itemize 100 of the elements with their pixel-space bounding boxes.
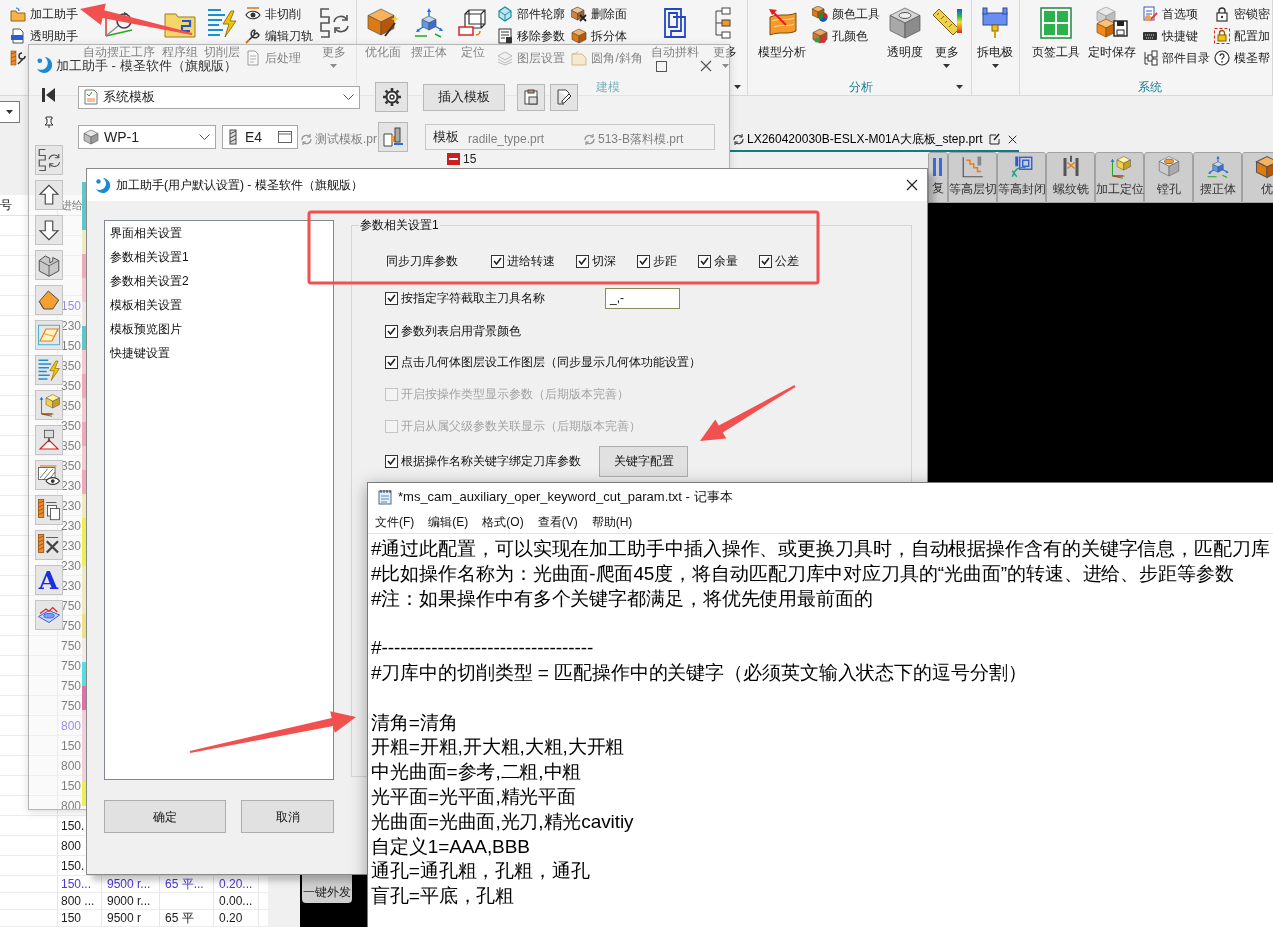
checkbox[interactable] [698, 254, 711, 268]
ribbon-button[interactable]: 定位 [455, 0, 492, 58]
group-launcher[interactable] [734, 85, 741, 90]
ribbon-button[interactable]: 透明度 [884, 0, 925, 58]
ribbon-button[interactable]: 定时保存 [1086, 0, 1138, 58]
ribbon-button[interactable]: 编辑刀轨 [245, 26, 314, 46]
tool-button[interactable]: A [34, 565, 63, 595]
tab[interactable]: 测试模板.pr [300, 128, 377, 152]
tool-button[interactable] [34, 285, 63, 315]
ribbon-button[interactable]: 优化面 [363, 0, 403, 58]
nav-item[interactable]: 快捷键设置 [105, 341, 333, 365]
ribbon-button[interactable]: 颜色工具 [812, 4, 881, 24]
ribbon-button[interactable]: 孔颜色 [812, 26, 869, 46]
checkbox[interactable] [576, 254, 589, 268]
ribbon-button[interactable]: 加工助手 [10, 4, 78, 24]
tool-button[interactable] [34, 390, 63, 420]
toolbar-button[interactable]: 镗孔 [1144, 152, 1193, 203]
toolbar-button[interactable]: 螺纹铣 [1046, 152, 1095, 203]
ribbon-button[interactable]: 配置加 [1214, 26, 1270, 46]
insert-template-button[interactable]: 插入模板 [423, 83, 505, 111]
ribbon-button[interactable]: 部件轮廓 [497, 4, 566, 24]
ribbon-button[interactable]: 自动拼料 [648, 0, 701, 58]
ribbon-button[interactable]: 透明助手 [10, 26, 78, 46]
ribbon-button[interactable]: 拆分体 [571, 26, 628, 46]
checkbox[interactable] [491, 254, 504, 268]
ribbon-button[interactable]: 更多 [316, 0, 352, 68]
toolbar-button[interactable]: 等高封闭 [997, 152, 1046, 203]
maximize-button[interactable] [656, 61, 667, 72]
eye-icon [245, 6, 262, 22]
ribbon-button[interactable]: 摆正体 [409, 0, 450, 58]
toolbar-button[interactable]: 摆正体 [1193, 152, 1242, 203]
nav-item[interactable]: 参数相关设置1 [105, 245, 333, 269]
template-select[interactable]: 系统模板 [78, 85, 360, 109]
icon-button[interactable] [517, 83, 545, 111]
ribbon-button[interactable]: 首选项 [1142, 4, 1198, 24]
list-item[interactable]: 15 [447, 153, 477, 165]
pin-button[interactable] [42, 116, 55, 128]
table-cell: 9500 r... [107, 878, 151, 890]
ribbon-button[interactable]: 后处理 [245, 48, 302, 68]
tab[interactable]: radile_type.prt [468, 128, 545, 152]
group-launcher[interactable] [956, 85, 963, 90]
folder-icon [10, 6, 26, 22]
ribbon-button[interactable]: 部件目录 [1142, 48, 1210, 68]
toolbar-button[interactable]: 优 [1242, 152, 1273, 203]
ribbon-button[interactable]: 圆角/斜角 [571, 48, 643, 68]
icon-button[interactable] [550, 83, 578, 111]
text-field[interactable]: _,- [605, 287, 680, 309]
ribbon-button[interactable] [10, 48, 26, 68]
toolbar-button[interactable]: 加工定位 [1095, 152, 1144, 203]
menu-item[interactable]: 格式(O) [482, 515, 524, 529]
checkbox[interactable] [385, 454, 398, 468]
ribbon-button[interactable]: 拆电极 [975, 0, 1015, 68]
tool-button[interactable] [34, 600, 63, 630]
ribbon-button[interactable]: 图层设置 [497, 48, 566, 68]
close-button[interactable] [700, 60, 712, 72]
ribbon-button[interactable]: 模圣帮 [1214, 48, 1270, 68]
tool-field[interactable]: E4 [222, 125, 298, 149]
dialog-button[interactable]: 取消 [241, 800, 334, 833]
settings-button[interactable] [375, 82, 408, 112]
nav-item[interactable]: 参数相关设置2 [105, 269, 333, 293]
tool-button[interactable] [34, 425, 63, 455]
tool-button[interactable] [34, 250, 63, 280]
toolbar-button[interactable]: 等高层切 [948, 152, 997, 203]
ribbon-button[interactable]: 模型分析 [756, 0, 808, 58]
nav-item[interactable]: 模板预览图片 [105, 317, 333, 341]
ribbon-button[interactable]: 非切削 [245, 4, 302, 24]
ribbon-button[interactable]: 快捷键 [1142, 26, 1198, 46]
tool-button[interactable] [34, 180, 63, 210]
checkbox[interactable] [385, 291, 398, 305]
checkbox-label: 开启按操作类型显示参数（后期版本完善） [401, 387, 629, 401]
close-button[interactable] [906, 179, 918, 191]
workpiece-select[interactable]: WP-1 [78, 125, 216, 149]
ribbon-button[interactable]: 页签工具 [1030, 0, 1082, 58]
menu-item[interactable]: 编辑(E) [428, 515, 469, 529]
ribbon-button[interactable]: 自动摆正工序 [80, 0, 157, 58]
menu-item[interactable]: 查看(V) [537, 515, 578, 529]
config-button[interactable]: 关键字配置 [599, 445, 688, 477]
dropdown[interactable] [0, 101, 20, 123]
ribbon-button[interactable]: 切削层 [202, 0, 243, 58]
checkbox[interactable] [385, 324, 398, 338]
dialog-button[interactable]: 确定 [104, 800, 226, 833]
toolbar-button[interactable]: 复 [928, 152, 948, 203]
ribbon-button[interactable]: 移除参数 [497, 26, 566, 46]
tool-button[interactable] [34, 460, 63, 490]
tool-button[interactable] [34, 145, 63, 175]
nav-item[interactable]: 模板相关设置 [105, 293, 333, 317]
menu-item[interactable]: 帮助(H) [591, 515, 633, 529]
checkbox[interactable] [759, 254, 772, 268]
ribbon-button[interactable]: 删除面 [571, 4, 628, 24]
ribbon-button[interactable]: 更多 [929, 0, 965, 68]
icon-button[interactable] [378, 122, 408, 152]
tool-button[interactable] [34, 495, 63, 525]
ribbon-button[interactable]: 密锁密 [1214, 4, 1270, 24]
checkbox[interactable] [637, 254, 650, 268]
tool-button[interactable] [34, 215, 63, 245]
tab[interactable]: 513-B落料模.prt [583, 128, 684, 152]
tool-button[interactable] [34, 530, 63, 560]
menu-item[interactable]: 文件(F) [375, 515, 415, 529]
nav-item[interactable]: 界面相关设置 [105, 221, 333, 245]
checkbox[interactable] [385, 355, 398, 369]
